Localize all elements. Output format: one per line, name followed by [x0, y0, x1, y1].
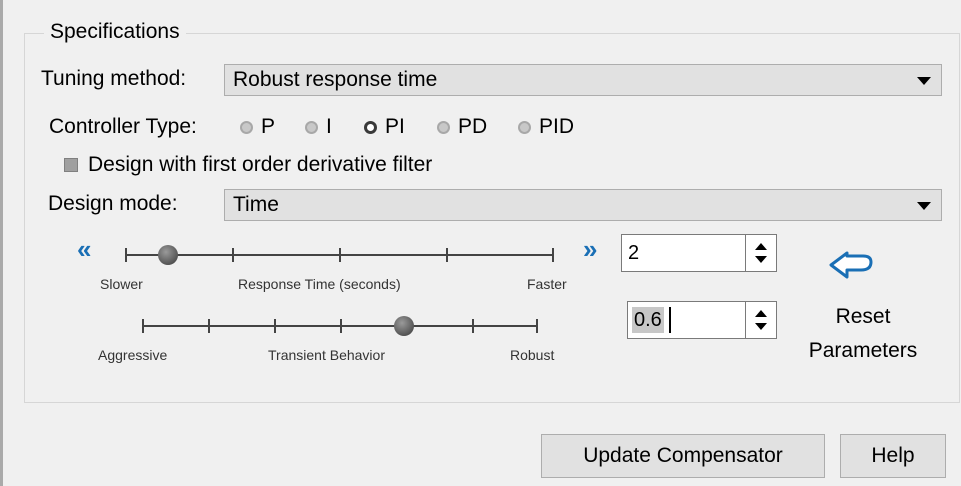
radio-pd-label: PD — [458, 115, 488, 138]
transient-spinner[interactable]: 0.6 — [627, 301, 777, 339]
response-time-label: Response Time (seconds) — [238, 276, 401, 292]
checkbox-box — [64, 158, 78, 172]
radio-pi-dot — [364, 120, 377, 134]
design-mode-value: Time — [233, 193, 279, 216]
undo-icon[interactable] — [825, 248, 879, 286]
specifications-title: Specifications — [44, 20, 186, 44]
radio-p-label: P — [261, 115, 276, 138]
radio-pid-label: PID — [539, 115, 575, 138]
response-time-slider-knob[interactable] — [158, 245, 178, 265]
update-compensator-button[interactable]: Update Compensator — [541, 434, 825, 478]
slider-tick — [125, 248, 127, 262]
slider-tick — [142, 319, 144, 333]
design-mode-label: Design mode: — [48, 192, 178, 215]
spinner-down-icon[interactable] — [755, 323, 767, 330]
left-border — [0, 0, 3, 486]
chevron-down-icon — [917, 202, 931, 210]
chevron-down-icon — [917, 77, 931, 85]
transient-input[interactable]: 0.6 — [632, 307, 664, 333]
transient-slider-knob[interactable] — [394, 316, 414, 336]
spinner-buttons[interactable] — [745, 302, 776, 338]
spinner-buttons[interactable] — [745, 235, 776, 271]
controller-type-label: Controller Type: — [49, 115, 197, 138]
text-caret — [669, 307, 671, 333]
radio-pid-dot — [518, 120, 531, 134]
tuning-method-value: Robust response time — [233, 68, 438, 91]
radio-pi[interactable]: PI — [364, 113, 405, 141]
aggressive-label: Aggressive — [98, 347, 168, 363]
slider-tick — [340, 319, 342, 333]
faster-arrow-icon[interactable]: » — [583, 236, 597, 262]
transient-behavior-label: Transient Behavior — [268, 347, 385, 363]
response-time-input[interactable]: 2 — [626, 240, 641, 266]
tuning-method-dropdown[interactable]: Robust response time — [224, 64, 942, 96]
parameters-label[interactable]: Parameters — [808, 336, 918, 366]
slider-tick — [552, 248, 554, 262]
slider-tick — [208, 319, 210, 333]
slider-tick — [274, 319, 276, 333]
derivative-filter-label: Design with first order derivative filte… — [88, 153, 433, 176]
radio-i-dot — [305, 120, 318, 134]
response-time-spinner[interactable]: 2 — [621, 234, 777, 272]
slider-tick — [536, 319, 538, 333]
derivative-filter-checkbox[interactable]: Design with first order derivative filte… — [64, 151, 432, 179]
reset-label[interactable]: Reset — [808, 302, 918, 332]
robust-label: Robust — [510, 347, 555, 363]
slower-label: Slower — [100, 276, 143, 292]
slider-tick — [232, 248, 234, 262]
radio-i[interactable]: I — [305, 113, 332, 141]
radio-i-label: I — [326, 115, 332, 138]
tuning-method-label: Tuning method: — [41, 67, 187, 90]
slider-tick — [339, 248, 341, 262]
slider-tick — [446, 248, 448, 262]
radio-p[interactable]: P — [240, 113, 275, 141]
spinner-down-icon[interactable] — [755, 256, 767, 263]
faster-label: Faster — [527, 276, 567, 292]
spinner-up-icon[interactable] — [755, 310, 767, 317]
design-mode-dropdown[interactable]: Time — [224, 189, 942, 221]
help-button[interactable]: Help — [840, 434, 946, 478]
radio-pid[interactable]: PID — [518, 113, 574, 141]
radio-pd-dot — [437, 120, 450, 134]
radio-pi-label: PI — [385, 115, 405, 138]
spinner-up-icon[interactable] — [755, 243, 767, 250]
slower-arrow-icon[interactable]: « — [77, 236, 91, 262]
radio-p-dot — [240, 120, 253, 134]
slider-tick — [472, 319, 474, 333]
radio-pd[interactable]: PD — [437, 113, 487, 141]
